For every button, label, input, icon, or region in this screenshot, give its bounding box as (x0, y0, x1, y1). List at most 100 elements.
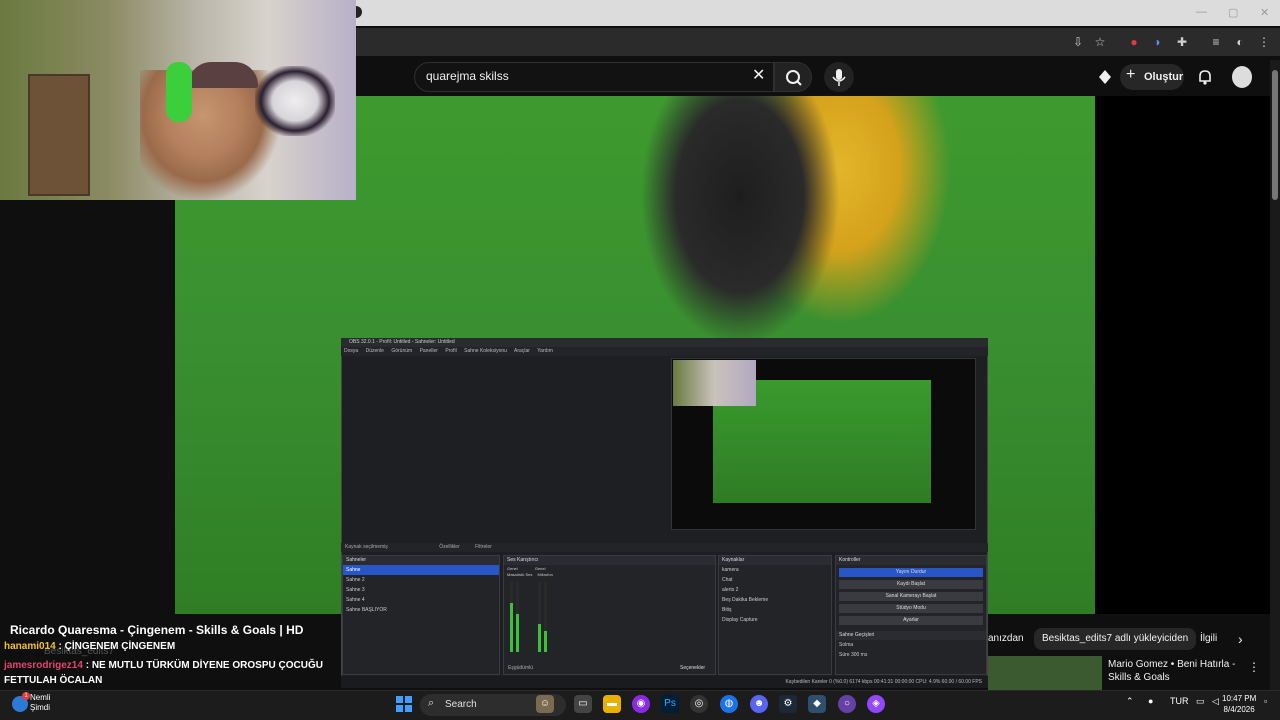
app-diamond-icon[interactable]: ◆ (808, 695, 826, 713)
obs-scene-item[interactable]: Sahne BAŞLIYOR (343, 605, 499, 615)
extension-shield-icon[interactable]: ● (1126, 34, 1142, 50)
recommendation-title[interactable]: Mario Gomez • Beni Hatırla - Skills & Go… (1108, 658, 1238, 684)
obs-settings-button[interactable]: Ayarlar (839, 616, 983, 625)
chat-message: hanami014 : ÇİNGENEM ÇİNGENEM (4, 641, 175, 652)
obs-source-item[interactable]: Chat (719, 575, 831, 585)
webcam-cap (188, 62, 258, 88)
obs-source-item[interactable]: Bitiş (719, 605, 831, 615)
scrollbar-thumb[interactable] (1272, 70, 1278, 200)
search-highlight-icon: ☺ (536, 695, 554, 713)
search-icon: ⌕ (428, 697, 435, 709)
minimize-button[interactable]: — (1196, 6, 1207, 18)
obs-stop-stream-button[interactable]: Yayını Durdur (839, 568, 983, 577)
obs-start-recording-button[interactable]: Kaydı Başlat (839, 580, 983, 589)
obs-menu-view[interactable]: Görünüm (391, 348, 412, 354)
obs-icon[interactable]: ◎ (690, 695, 708, 713)
clock-date: 8/4/2026 (1223, 705, 1255, 714)
chat-message: jamesrodrigez14 : NE MUTLU TÜRKÜM DİYENE… (4, 658, 354, 688)
translate-icon[interactable]: ◗ (1150, 34, 1166, 50)
voice-search-button[interactable] (824, 62, 854, 92)
search-button[interactable] (774, 62, 812, 92)
obs-no-source-label: Kaynak seçilmemiş (345, 544, 388, 550)
obs-source-item[interactable]: alerts 2 (719, 585, 831, 595)
obs-sources-title: Kaynaklar (719, 556, 831, 565)
recommendation-thumbnail[interactable] (988, 656, 1102, 690)
app-circle-icon[interactable]: ○ (838, 695, 856, 713)
task-view-icon[interactable]: ▭ (574, 695, 592, 713)
media-icon[interactable]: ≡ (1208, 34, 1224, 50)
file-explorer-icon[interactable]: ▬ (603, 695, 621, 713)
notification-badge: 1 (22, 692, 30, 700)
puzzle-icon[interactable]: ✚ (1174, 34, 1190, 50)
obs-mixer-channel: Genel (534, 566, 546, 571)
microphone-tray-icon[interactable]: ● (1148, 696, 1153, 706)
obs-volume-meter (538, 582, 541, 652)
star-icon[interactable]: ☆ (1092, 34, 1108, 50)
obs-scene-item[interactable]: Sahne (343, 565, 499, 575)
close-window-button[interactable]: ✕ (1260, 6, 1269, 19)
discord-icon[interactable]: ☻ (750, 695, 768, 713)
chip-related[interactable]: İlgili (1194, 628, 1225, 650)
more-options-icon[interactable]: ⋮ (1248, 660, 1260, 674)
obs-scene-item[interactable]: Sahne 3 (343, 585, 499, 595)
obs-options-button[interactable]: Seçenekler (680, 665, 705, 671)
chat-separator: : (82, 660, 92, 671)
obs-menu-docks[interactable]: Paneller (420, 348, 438, 354)
obs-start-virtual-camera-button[interactable]: Sanal Kamerayı Başlat (839, 592, 983, 601)
more-icon[interactable]: ⋮ (1256, 34, 1272, 50)
steam-icon[interactable]: ⚙ (779, 695, 797, 713)
obs-scene-item[interactable]: Sahne 4 (343, 595, 499, 605)
obs-source-toolbar: Kaynak seçilmemiş Özellikler Filtreler (341, 543, 988, 552)
chevron-up-icon[interactable]: ⌃ (1126, 696, 1134, 707)
weather-widget[interactable]: Nemli Şimdi (30, 693, 50, 713)
app-purple-icon[interactable]: ◉ (632, 695, 650, 713)
system-clock[interactable]: 10:47 PM 8/4/2026 (1222, 693, 1256, 715)
chrome-icon[interactable]: ◍ (720, 695, 738, 713)
obs-studio-mode-button[interactable]: Stüdyo Modu (839, 604, 983, 613)
obs-menu-file[interactable]: Dosya (344, 348, 358, 354)
plus-icon: + (1126, 66, 1136, 83)
maximize-button[interactable]: ▢ (1228, 6, 1238, 19)
studio-icon[interactable] (1096, 68, 1114, 86)
obs-scenes-title: Sahneler (343, 556, 499, 565)
obs-source-item[interactable]: kamera (719, 565, 831, 575)
webcam-headset (166, 62, 192, 122)
obs-menu-tools[interactable]: Araçlar (514, 348, 530, 354)
obs-menubar: Dosya Düzenle Görünüm Paneller Profil Sa… (341, 347, 988, 356)
avatar[interactable] (1232, 66, 1252, 88)
chip-from-uploader[interactable]: Besiktas_edits7 adlı yükleyiciden (1034, 628, 1197, 650)
obs-menu-help[interactable]: Yardım (537, 348, 553, 354)
download-icon[interactable]: ⇩ (1070, 34, 1086, 50)
obs-filters-button[interactable]: Filtreler (475, 544, 492, 550)
twitch-icon[interactable]: ◈ (867, 695, 885, 713)
volume-icon[interactable]: ◁ (1212, 696, 1219, 707)
language-indicator[interactable]: TUR (1170, 696, 1189, 706)
obs-volume-level (516, 613, 519, 652)
obs-source-item[interactable]: Beş Dakika Bekleme (719, 595, 831, 605)
notification-center-icon[interactable]: ▫ (1264, 696, 1267, 706)
obs-transition-duration[interactable]: Süre 300 ms (836, 650, 986, 660)
obs-source-item[interactable]: Display Capture (719, 615, 831, 625)
chevron-right-icon[interactable]: › (1238, 631, 1243, 647)
chat-username: hanami014 (4, 641, 56, 652)
obs-properties-button[interactable]: Özellikler (439, 544, 460, 550)
windows-start-icon[interactable] (396, 696, 412, 712)
notifications-icon[interactable] (1196, 68, 1214, 86)
obs-menu-edit[interactable]: Düzenle (366, 348, 384, 354)
profile-icon[interactable]: ◐ (1232, 34, 1248, 50)
microphone-icon (832, 69, 846, 86)
chat-username: jamesrodrigez14 (4, 660, 83, 671)
obs-menu-profile[interactable]: Profil (445, 348, 456, 354)
obs-transition-select[interactable]: Solma (836, 640, 986, 650)
network-icon[interactable]: ▭ (1196, 696, 1205, 707)
chip-from-your-search[interactable]: anızdan (984, 628, 1032, 650)
obs-menu-scene-collection[interactable]: Sahne Koleksiyonu (464, 348, 507, 354)
obs-mixer-desktop-audio: Masaüstü Ses (507, 572, 533, 577)
chat-separator: : (55, 641, 65, 652)
webcam-shelf (28, 74, 90, 196)
close-icon[interactable]: ✕ (752, 65, 765, 85)
photoshop-icon[interactable]: Ps (661, 695, 679, 713)
obs-mixer-footer: Eşgüdümlü (508, 665, 534, 671)
obs-scene-item[interactable]: Sahne 2 (343, 575, 499, 585)
search-query[interactable]: quarejma skilss (426, 69, 509, 83)
